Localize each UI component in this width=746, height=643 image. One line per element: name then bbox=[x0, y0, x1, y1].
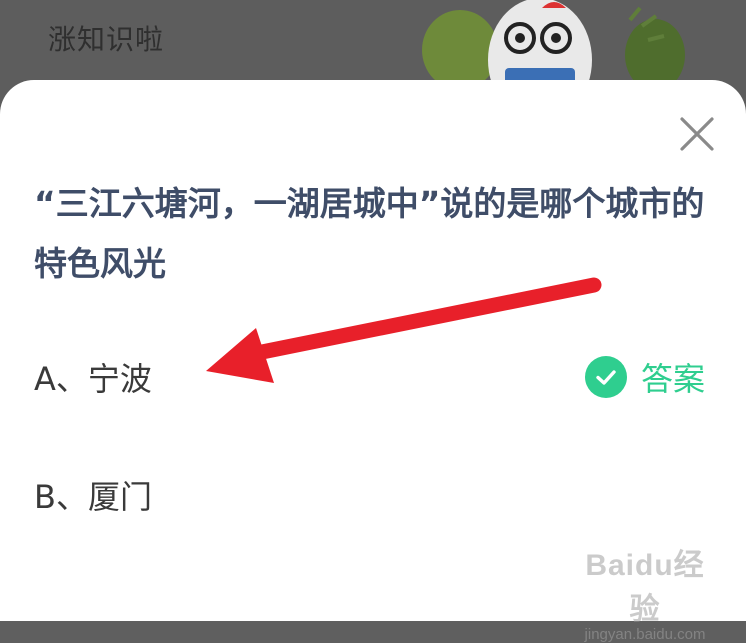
close-button[interactable] bbox=[676, 113, 718, 155]
watermark: Baidu经验 jingyan.baidu.com bbox=[575, 540, 715, 643]
option-a[interactable]: A、宁波 bbox=[34, 354, 152, 400]
watermark-logo: Baidu经验 bbox=[585, 549, 705, 626]
answer-badge: 答案 bbox=[585, 354, 705, 400]
option-b[interactable]: B、厦门 bbox=[34, 472, 152, 518]
check-icon bbox=[585, 356, 627, 398]
background-title: 涨知识啦 bbox=[48, 23, 165, 56]
close-icon bbox=[680, 117, 714, 151]
answer-label: 答案 bbox=[641, 360, 706, 398]
question-text: “三江六塘河，一湖居城中”说的是哪个城市的特色风光 bbox=[34, 184, 705, 283]
watermark-url: jingyan.baidu.com bbox=[584, 626, 706, 643]
